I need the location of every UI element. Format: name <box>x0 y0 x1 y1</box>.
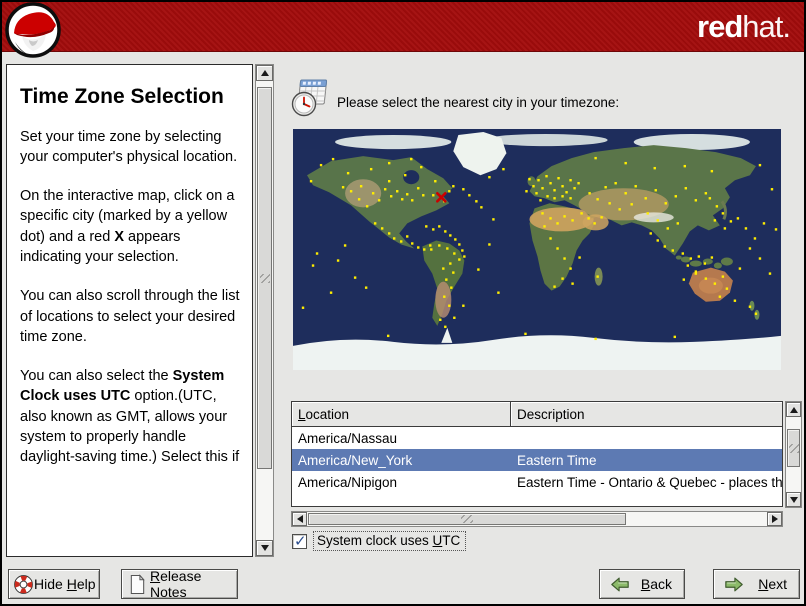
arrow-left-icon <box>296 515 303 523</box>
arrow-up-icon <box>260 70 269 76</box>
table-scroll-up-button[interactable] <box>786 402 801 417</box>
utc-checkbox-label[interactable]: System clock uses UTC <box>313 531 467 551</box>
utc-checkbox[interactable]: ✓ <box>292 532 307 550</box>
life-buoy-icon <box>13 574 34 595</box>
thumb-grip-icon <box>461 515 473 523</box>
table-row[interactable]: America/Nipigon Eastern Time - Ontario & … <box>292 471 782 493</box>
back-arrow-icon <box>610 576 630 593</box>
help-scroll-down-button[interactable] <box>256 540 273 556</box>
hide-help-label: Hide Help <box>34 576 96 592</box>
timezone-table: Location Description America/Nassau Ameri… <box>291 401 783 507</box>
arrow-right-icon <box>771 515 778 523</box>
instruction-text: Please select the nearest city in your t… <box>337 95 620 110</box>
hide-help-button[interactable]: Hide Help <box>8 569 100 599</box>
thumb-grip-icon <box>788 443 799 453</box>
table-row[interactable]: America/Nassau <box>292 427 782 449</box>
table-hscrollbar[interactable] <box>291 511 783 527</box>
arrow-up-icon <box>789 406 798 413</box>
utc-option-row: ✓ System clock uses UTC <box>292 531 467 551</box>
table-scroll-down-button[interactable] <box>786 492 801 507</box>
help-scroll-thumb[interactable] <box>257 87 272 469</box>
table-vscroll-thumb[interactable] <box>787 429 800 467</box>
header-banner: redhat. <box>2 2 804 52</box>
thumb-grip-icon <box>259 273 270 283</box>
back-label: Back <box>640 576 672 592</box>
help-paragraph: On the interactive map, click on a speci… <box>20 188 235 265</box>
table-hscroll-thumb[interactable] <box>308 513 626 525</box>
help-scrollbar[interactable] <box>255 64 274 557</box>
table-header: Location Description <box>292 402 782 427</box>
help-scroll-up-button[interactable] <box>256 65 273 81</box>
next-arrow-icon <box>724 576 744 593</box>
redhat-wordmark: redhat. <box>697 8 791 46</box>
table-row[interactable]: America/New_York Eastern Time <box>292 449 782 471</box>
arrow-down-icon <box>260 545 269 551</box>
redhat-shadowman-logo-icon <box>5 2 62 59</box>
back-button[interactable]: Back <box>599 569 685 599</box>
column-header-description[interactable]: Description <box>511 402 782 426</box>
help-paragraphs: Set your time zone by selecting your com… <box>20 127 244 468</box>
help-paragraph: You can also scroll through the list of … <box>20 288 240 345</box>
release-notes-button[interactable]: Release Notes <box>121 568 238 600</box>
wordmark-light: hat. <box>742 9 791 44</box>
installer-window: redhat. Time Zone Selection Set your tim… <box>0 0 806 606</box>
arrow-down-icon <box>789 496 798 503</box>
help-paragraph: You can also select the System Clock use… <box>20 368 240 466</box>
wordmark-bold: red <box>697 9 743 44</box>
checkmark-icon: ✓ <box>294 532 307 550</box>
table-scroll-left-button[interactable] <box>292 512 307 526</box>
calendar-clock-icon <box>289 77 331 119</box>
help-title: Time Zone Selection <box>20 85 224 108</box>
timezone-rows: America/Nassau America/New_York Eastern Ti… <box>292 427 782 493</box>
table-vscrollbar[interactable] <box>785 401 802 508</box>
next-label: Next <box>758 576 787 592</box>
table-scroll-right-button[interactable] <box>767 512 782 526</box>
timezone-map[interactable] <box>293 129 781 370</box>
column-header-location[interactable]: Location <box>292 402 511 426</box>
help-panel: Time Zone Selection Set your time zone b… <box>6 64 253 557</box>
help-paragraph: Set your time zone by selecting your com… <box>20 128 238 165</box>
release-notes-label: Release Notes <box>150 568 202 600</box>
next-button[interactable]: Next <box>713 569 800 599</box>
document-icon <box>128 573 147 595</box>
